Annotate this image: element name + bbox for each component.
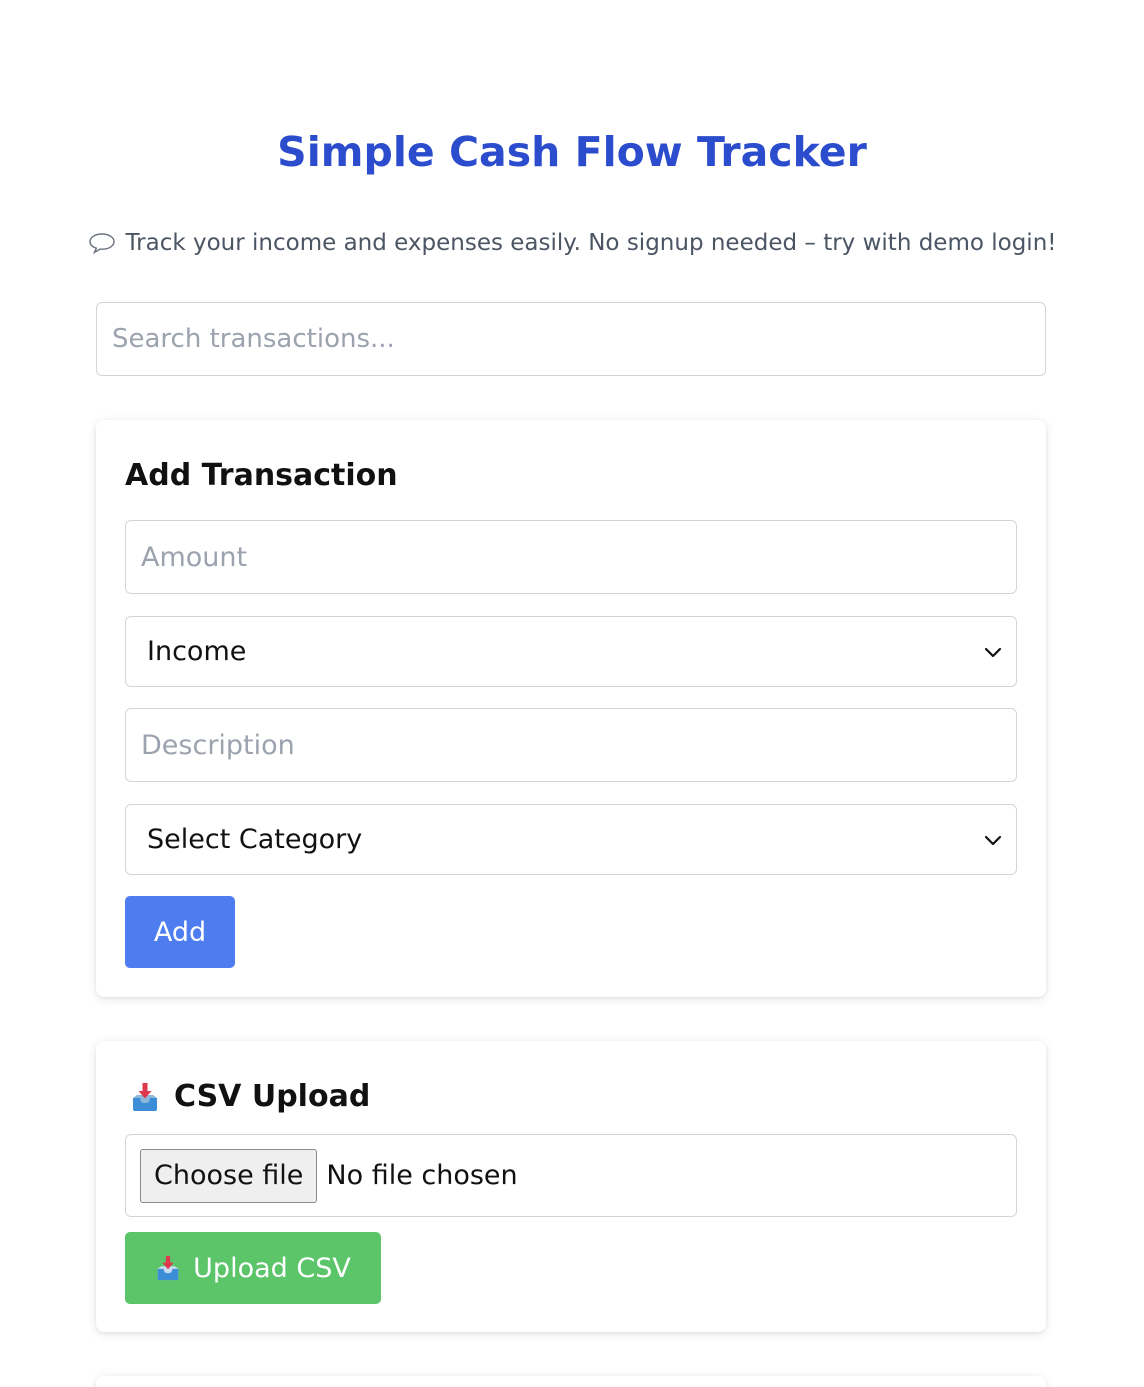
file-input: Choose file No file chosen [125,1134,1017,1217]
inbox-download-icon [133,1083,157,1111]
inbox-download-icon [157,1255,179,1281]
csv-upload-title: CSV Upload [174,1079,371,1114]
search-input[interactable] [96,302,1046,376]
category-select-value: Select Category [147,824,363,855]
subtitle-text: Track your income and expenses easily. N… [125,230,1057,256]
type-select[interactable]: Income [125,616,1017,687]
choose-file-button[interactable]: Choose file [140,1148,318,1203]
add-transaction-card: Add Transaction Income Select Category A… [96,420,1046,997]
add-button[interactable]: Add [125,896,235,968]
subtitle: Track your income and expenses easily. N… [0,226,1144,260]
file-status: No file chosen [326,1160,518,1191]
page-title: Simple Cash Flow Tracker [277,128,867,176]
description-input[interactable] [125,708,1017,782]
category-select[interactable]: Select Category [125,804,1017,875]
chevron-down-icon [984,647,1002,657]
add-transaction-title: Add Transaction [125,458,398,493]
speech-bubble-icon [88,233,115,254]
amount-input[interactable] [125,520,1017,594]
type-select-value: Income [147,636,247,667]
upload-csv-button[interactable]: Upload CSV [125,1232,381,1304]
chevron-down-icon [984,835,1002,845]
next-section-card [96,1376,1046,1387]
csv-upload-card: CSV Upload Choose file No file chosen Up… [96,1041,1046,1332]
csv-upload-heading: CSV Upload [130,1077,370,1117]
upload-csv-label: Upload CSV [193,1252,351,1284]
